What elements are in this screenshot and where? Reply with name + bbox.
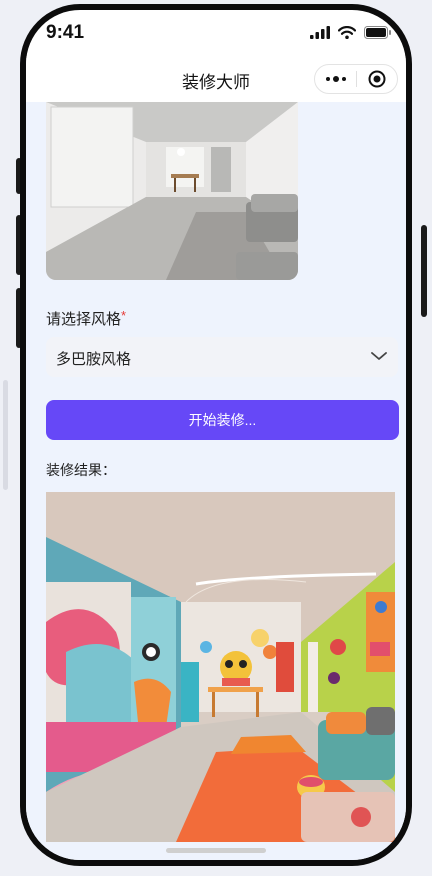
start-renovation-button[interactable]: 开始装修... (46, 400, 399, 440)
status-bar: 9:41 (26, 10, 406, 56)
target-close-icon (368, 70, 386, 88)
original-room-image (46, 102, 298, 280)
wifi-icon (338, 26, 356, 39)
signal-icon (310, 26, 330, 39)
close-button[interactable] (357, 65, 397, 93)
more-dots-icon (325, 76, 346, 82)
chevron-down-icon (371, 352, 387, 360)
phone-screen: 9:41 装修大师 请选择风格* 多巴胺风格 开始装修... 装修结果： (26, 10, 406, 860)
result-label: 装修结果： (46, 462, 116, 478)
status-icons (310, 26, 392, 39)
miniprogram-capsule (314, 64, 398, 94)
style-label-text: 请选择风格 (46, 311, 122, 328)
result-room-image (46, 492, 395, 842)
status-time: 9:41 (46, 22, 85, 43)
style-select-value: 多巴胺风格 (56, 351, 132, 368)
style-select[interactable]: 多巴胺风格 (46, 337, 398, 377)
battery-icon (364, 26, 391, 39)
main-content[interactable]: 请选择风格* 多巴胺风格 开始装修... 装修结果： (26, 102, 406, 860)
page-scrollbar[interactable] (3, 380, 8, 490)
required-mark: * (121, 308, 127, 323)
more-button[interactable] (315, 65, 356, 93)
nav-bar: 装修大师 (26, 56, 406, 102)
power-button (421, 225, 427, 317)
home-indicator[interactable] (166, 848, 266, 853)
style-field-label: 请选择风格* (46, 308, 126, 329)
